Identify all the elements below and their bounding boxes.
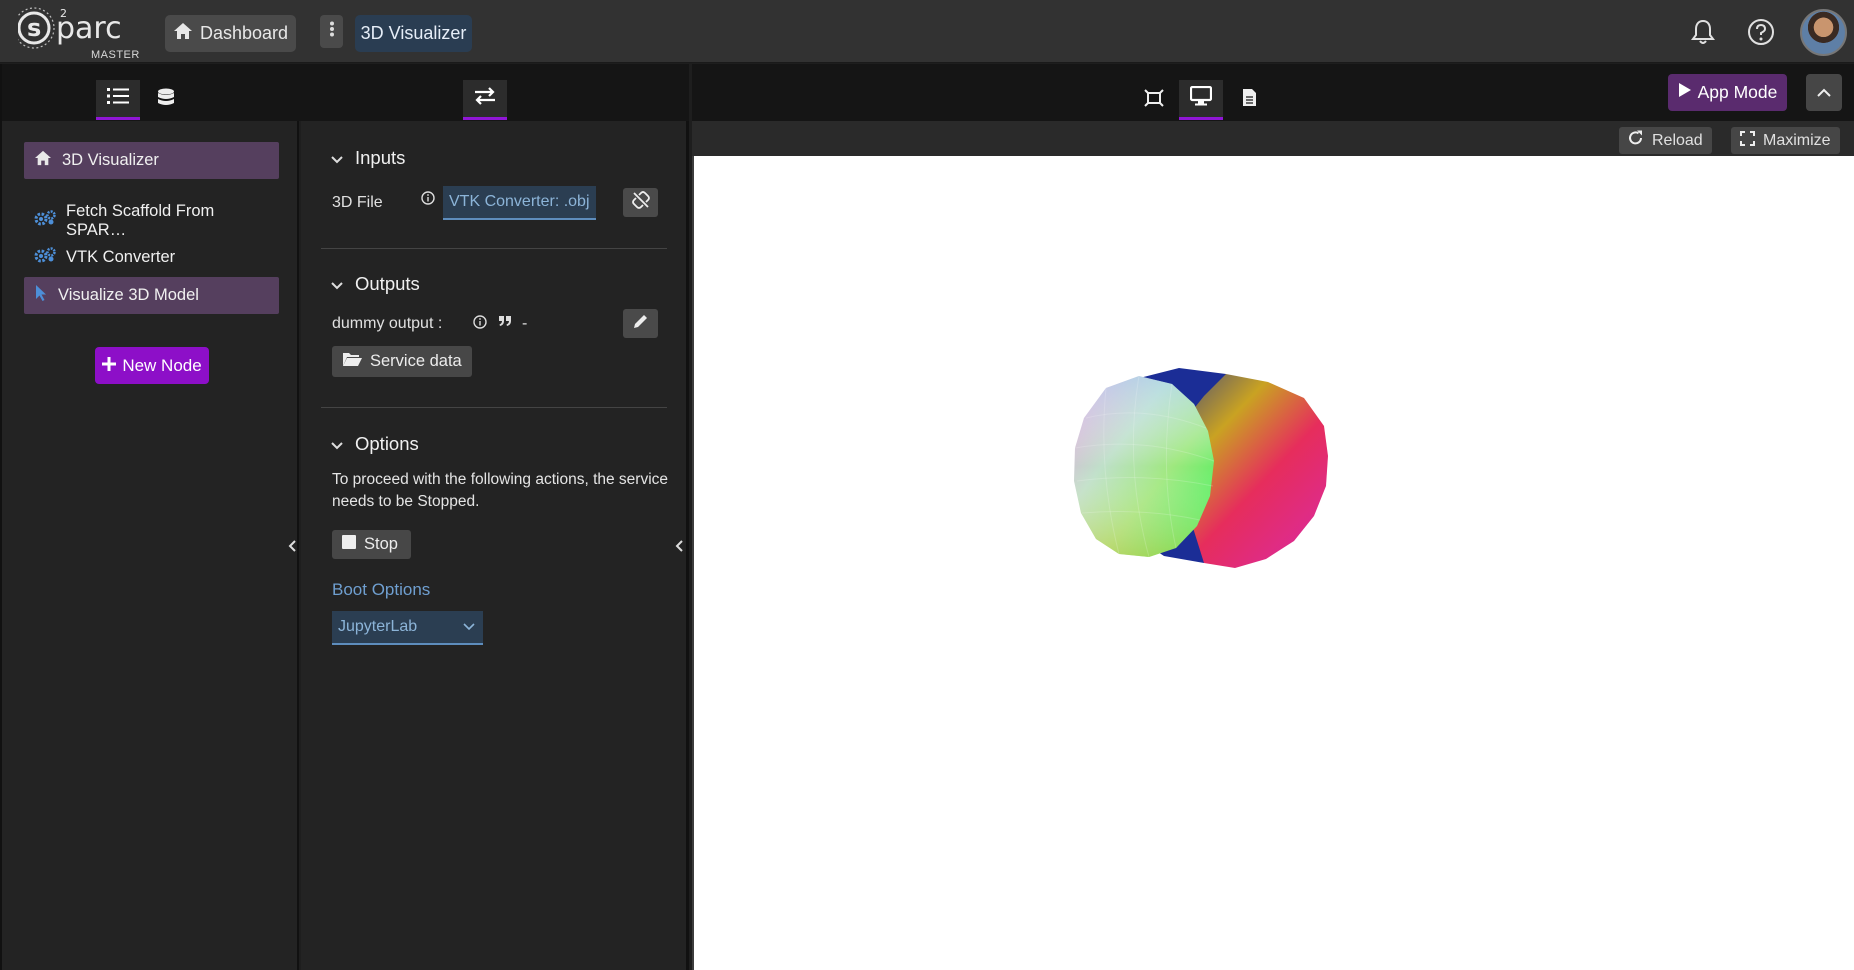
new-node-label: New Node (122, 355, 202, 375)
collapse-left-panel-icon[interactable] (284, 538, 300, 554)
new-node-button[interactable]: New Node (95, 347, 209, 384)
viewer-panel: App Mode Reload Maximize (692, 64, 1854, 970)
section-divider (321, 248, 667, 249)
home-icon (173, 22, 193, 45)
app-mode-label: App Mode (1697, 82, 1778, 102)
options-description: To proceed with the following actions, t… (332, 471, 669, 510)
unlink-button[interactable] (623, 188, 658, 217)
top-bar: s parc 2 MASTER Dashboard 3D Visualizer (0, 0, 1854, 63)
maximize-button[interactable]: Maximize (1731, 127, 1840, 154)
viewer-tabs: App Mode (692, 64, 1854, 121)
tab-storage[interactable] (144, 80, 188, 120)
swap-arrows-icon (474, 87, 496, 110)
tab-iframe[interactable] (1179, 80, 1223, 120)
pointer-icon (34, 284, 48, 307)
app-mode-button[interactable]: App Mode (1668, 74, 1787, 111)
outputs-section-header[interactable]: Outputs (331, 273, 420, 295)
tree-item-visualize-3d-model[interactable]: Visualize 3D Model (24, 277, 279, 314)
database-icon (157, 88, 175, 113)
tab-workbench[interactable] (1132, 80, 1176, 120)
reload-label: Reload (1652, 131, 1703, 149)
options-title: Options (355, 433, 419, 454)
viewer-toolbar: Reload Maximize (692, 121, 1854, 156)
svg-text:s: s (27, 14, 41, 42)
tree-item-label: 3D Visualizer (62, 151, 159, 169)
section-divider (321, 407, 667, 408)
home-icon (34, 150, 52, 171)
play-icon (1678, 82, 1692, 103)
tab-ports[interactable] (463, 80, 507, 120)
reload-icon (1628, 130, 1644, 151)
maximize-icon (1740, 130, 1755, 151)
list-icon (107, 87, 129, 110)
gears-icon (34, 210, 56, 231)
tree-item-study-root[interactable]: 3D Visualizer (24, 142, 279, 179)
chevron-up-icon (1817, 84, 1831, 102)
bell-icon[interactable] (1687, 16, 1719, 48)
maximize-label: Maximize (1763, 131, 1831, 149)
reload-button[interactable]: Reload (1619, 127, 1712, 154)
tree-item-label: Visualize 3D Model (58, 286, 199, 304)
input-port-link-field[interactable]: VTK Converter: .obj (443, 186, 596, 220)
input-port-label: 3D File (332, 194, 383, 211)
chevron-down-icon (331, 433, 343, 455)
chevron-down-icon (463, 618, 475, 636)
plus-icon (102, 356, 117, 376)
gears-icon (34, 247, 56, 268)
pen-icon (633, 314, 648, 334)
info-icon[interactable] (421, 191, 435, 210)
study-tree-panel: 3D Visualizer Fetch Scaffold From SPAR… … (0, 64, 301, 970)
tree-item-fetch-scaffold[interactable]: Fetch Scaffold From SPAR… (24, 202, 279, 239)
tree-item-label: VTK Converter (66, 248, 176, 266)
left-panel-tabs (2, 64, 301, 121)
svg-text:2: 2 (60, 7, 67, 20)
collapse-middle-panel-icon[interactable] (671, 538, 687, 554)
dashboard-label: Dashboard (200, 23, 289, 43)
chevron-down-icon (331, 147, 343, 169)
node-settings-panel: Inputs 3D File VTK Converter: .obj Outpu… (301, 64, 689, 970)
tree-item-label: Fetch Scaffold From SPAR… (66, 201, 215, 239)
branch-badge: MASTER (91, 49, 140, 61)
boot-options-label: Boot Options (332, 580, 431, 599)
help-icon[interactable] (1745, 16, 1777, 48)
output-port-value: - (522, 315, 528, 332)
avatar[interactable] (1800, 9, 1847, 56)
tree-item-vtk-converter[interactable]: VTK Converter (24, 239, 279, 276)
tab-logger[interactable] (1227, 80, 1271, 120)
vertical-dots-icon (329, 21, 335, 42)
fit-icon (1144, 88, 1164, 112)
info-icon[interactable] (473, 315, 487, 334)
3d-viewport[interactable] (692, 156, 1854, 970)
stop-button[interactable]: Stop (332, 530, 411, 559)
monitor-icon (1189, 85, 1213, 111)
3d-model-render[interactable] (694, 156, 1854, 970)
inputs-title: Inputs (355, 147, 406, 168)
service-data-label: Service data (370, 352, 462, 370)
tab-nodes-list[interactable] (96, 80, 140, 120)
app-root: s parc 2 MASTER Dashboard 3D Visualizer (0, 0, 1854, 970)
output-port-label: dummy output : (332, 315, 443, 332)
dashboard-button[interactable]: Dashboard (165, 15, 296, 52)
unlink-icon (631, 191, 650, 214)
stop-label: Stop (364, 535, 398, 553)
study-name-breadcrumb[interactable]: 3D Visualizer (355, 15, 472, 52)
middle-panel-tabs (301, 64, 689, 121)
outputs-title: Outputs (355, 273, 420, 294)
service-data-button[interactable]: Service data (332, 346, 472, 377)
boot-options-select[interactable]: JupyterLab (332, 611, 483, 645)
folder-open-icon (342, 351, 362, 372)
boot-option-selected: JupyterLab (338, 618, 418, 635)
inputs-section-header[interactable]: Inputs (331, 147, 405, 169)
options-section-header[interactable]: Options (331, 433, 419, 455)
more-options-button[interactable] (320, 15, 343, 48)
output-edit-button[interactable] (623, 309, 658, 338)
chevron-down-icon (331, 273, 343, 295)
file-icon (1242, 88, 1257, 112)
quote-icon (498, 314, 512, 332)
collapse-header-button[interactable] (1806, 74, 1842, 111)
stop-icon (342, 535, 356, 554)
